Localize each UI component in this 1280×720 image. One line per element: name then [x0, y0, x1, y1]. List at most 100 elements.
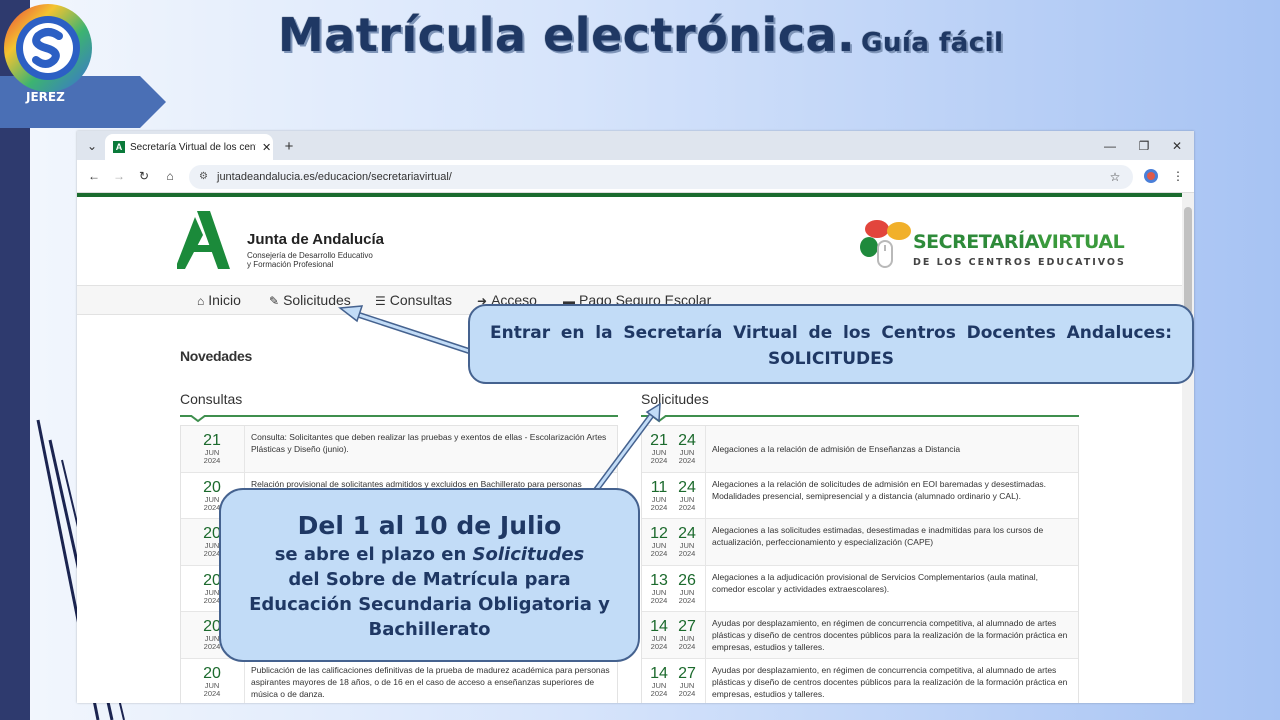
date-day: 12: [650, 525, 668, 542]
callout-line3: del Sobre de Matrícula para: [288, 569, 571, 590]
url-field[interactable]: ⚙ juntadeandalucia.es/educacion/secretar…: [189, 165, 1133, 189]
site-settings-icon[interactable]: ⚙: [199, 171, 208, 182]
slide-title-main: Matrícula electrónica.: [278, 8, 856, 62]
date-day: 13: [650, 571, 668, 589]
date-day: 14: [650, 664, 668, 682]
junta-dept-line2: y Formación Profesional: [247, 260, 334, 269]
date-badge: 12 JUN 2024: [646, 525, 672, 558]
junta-dept-line1: Consejería de Desarrollo Educativo: [247, 251, 373, 260]
consultas-divider-notch: [190, 415, 206, 423]
date-year: 2024: [650, 642, 668, 651]
minimize-icon[interactable]: —: [1101, 137, 1119, 155]
row-text[interactable]: Alegaciones a la relación de admisión de…: [712, 443, 1072, 455]
nav-solicitudes[interactable]: ✎ Solicitudes: [269, 292, 351, 308]
date-year: 2024: [650, 595, 668, 605]
date-badge: 21 JUN 2024: [199, 432, 225, 465]
page-scrollbar[interactable]: [1182, 193, 1194, 703]
date-day: 26: [678, 571, 696, 589]
table-row[interactable]: 13 JUN 2024 26 JUN 2024 Alegaciones a la adjud…: [642, 565, 1078, 612]
scrollbar-thumb[interactable]: [1184, 207, 1192, 315]
row-text[interactable]: Consulta: Solicitantes que deben realiza…: [251, 431, 611, 455]
date-day: 20: [203, 478, 221, 496]
table-row[interactable]: 21 JUN 2024 Consulta: Solicitantes que debe…: [181, 426, 617, 473]
menu-dots-icon[interactable]: ⋮: [1169, 167, 1187, 185]
date-column: 13 JUN 2024 26 JUN 2024: [642, 565, 706, 611]
nav-inicio[interactable]: ⌂ Inicio: [197, 292, 241, 308]
row-text[interactable]: Alegaciones a la adjudicación provisiona…: [712, 571, 1072, 595]
callout-line2-emph: Solicitudes: [472, 544, 585, 565]
chevron-down-icon[interactable]: ⌄: [83, 137, 101, 155]
plus-icon[interactable]: +: [280, 137, 298, 155]
row-text[interactable]: Ayudas por desplazamiento, en régimen de…: [712, 617, 1072, 653]
secretaria-virtual-logo[interactable]: [857, 217, 917, 275]
home-icon[interactable]: ⌂: [161, 167, 179, 185]
table-row[interactable]: 11 JUN 2024 24 JUN 2024 Alegaciones a la relac…: [642, 472, 1078, 519]
date-day: 21: [203, 432, 221, 449]
profile-icon[interactable]: [1142, 167, 1160, 185]
solicitudes-divider: [641, 415, 1079, 417]
date-year: 2024: [203, 688, 221, 698]
row-text[interactable]: Ayudas por desplazamiento, en régimen de…: [712, 664, 1072, 700]
restore-icon[interactable]: ❐: [1135, 137, 1153, 155]
table-row[interactable]: 20 JUN 2024 Publicación de las calificacion…: [181, 658, 617, 703]
date-badge: 21 JUN 2024: [646, 432, 672, 465]
callout-plazo: Del 1 al 10 de Julio se abre el plazo en…: [219, 488, 640, 662]
slide-title: Matrícula electrónica. Guía fácil: [278, 8, 1004, 62]
junta-name: Junta de Andalucía: [247, 231, 384, 248]
star-icon[interactable]: ☆: [1106, 168, 1124, 186]
table-row[interactable]: 14 JUN 2024 27 JUN 2024 Ayudas por desplazamie…: [642, 658, 1078, 703]
url-text: juntadeandalucia.es/educacion/secretaria…: [217, 171, 452, 183]
close-icon[interactable]: ✕: [262, 141, 271, 154]
sv-title-2: VIRTUAL: [1037, 231, 1125, 253]
table-row[interactable]: 12 JUN 2024 24 JUN 2024 Alegaciones a las soli…: [642, 519, 1078, 566]
close-window-icon[interactable]: ✕: [1168, 137, 1186, 155]
solicitudes-divider-notch: [651, 415, 667, 423]
consultas-divider: [180, 415, 618, 417]
row-text[interactable]: Alegaciones a las solicitudes estimadas,…: [712, 524, 1072, 548]
date-year: 2024: [678, 549, 696, 558]
date-year: 2024: [203, 456, 221, 465]
callout-dates: Del 1 al 10 de Julio: [297, 511, 562, 540]
novedades-heading: Novedades: [180, 348, 252, 364]
reload-icon[interactable]: ↻: [135, 167, 153, 185]
date-day: 14: [650, 618, 668, 635]
row-text[interactable]: Alegaciones a la relación de solicitudes…: [712, 478, 1072, 502]
date-column: 20 JUN 2024: [181, 658, 245, 703]
home-icon: ⌂: [197, 294, 205, 308]
date-column: 21 JUN 2024 24 JUN 2024: [642, 426, 706, 472]
date-badge: 27 JUN 2024: [674, 618, 700, 651]
slide-title-sub: Guía fácil: [861, 28, 1004, 58]
junta-department: Consejería de Desarrollo Educativo y For…: [247, 251, 387, 269]
browser-tab[interactable]: A Secretaría Virtual de los centros ✕: [105, 134, 273, 160]
tab-title: Secretaría Virtual de los centros: [130, 141, 256, 153]
date-year: 2024: [678, 642, 696, 651]
date-year: 2024: [678, 595, 696, 605]
date-day: 21: [650, 432, 668, 449]
solicitudes-heading: Solicitudes: [641, 391, 709, 407]
date-badge: 20 JUN 2024: [199, 665, 225, 698]
table-row[interactable]: 14 JUN 2024 27 JUN 2024 Ayudas por desplazamie…: [642, 612, 1078, 659]
table-row[interactable]: 21 JUN 2024 24 JUN 2024 Alegaciones a la relac…: [642, 426, 1078, 473]
date-column: 12 JUN 2024 24 JUN 2024: [642, 519, 706, 565]
back-icon[interactable]: ←: [85, 167, 103, 185]
date-column: 14 JUN 2024 27 JUN 2024: [642, 612, 706, 658]
consultas-heading: Consultas: [180, 391, 243, 407]
forward-icon[interactable]: →: [110, 167, 128, 185]
secretaria-virtual-subtitle: DE LOS CENTROS EDUCATIVOS: [913, 257, 1126, 268]
nav-label: Inicio: [208, 292, 241, 308]
date-day: 20: [203, 664, 221, 682]
date-badge: 24 JUN 2024: [674, 432, 700, 465]
date-badge: 26 JUN 2024: [674, 572, 700, 605]
site-header: Junta de Andalucía Consejería de Desarro…: [77, 197, 1182, 285]
callout-solicitudes: Entrar en la Secretaría Virtual de los C…: [468, 304, 1194, 384]
pencil-icon: ✎: [269, 294, 280, 308]
row-text[interactable]: Publicación de las calificaciones defini…: [251, 664, 611, 700]
date-column: 14 JUN 2024 27 JUN 2024: [642, 658, 706, 703]
junta-logo[interactable]: [177, 211, 239, 269]
solicitudes-table: 21 JUN 2024 24 JUN 2024 Alegaciones a la relac…: [641, 425, 1079, 703]
date-day: 24: [678, 525, 696, 542]
tab-bar: ⌄ A Secretaría Virtual de los centros ✕ …: [77, 131, 1194, 160]
callout-line2-text: se abre el plazo en: [274, 544, 473, 565]
nav-consultas[interactable]: ☰ Consultas: [375, 292, 452, 308]
date-day: 27: [678, 618, 696, 635]
